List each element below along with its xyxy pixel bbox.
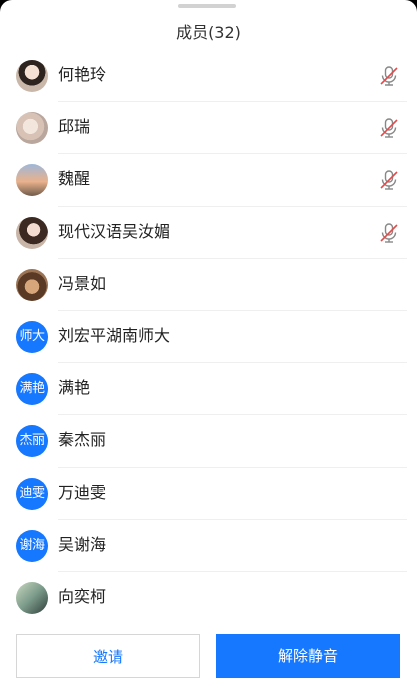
page-title: 成员(32): [176, 23, 241, 42]
avatar: 杰丽: [16, 425, 48, 458]
avatar: [16, 581, 48, 614]
members-sheet: 成员(32) 何艳玲 邱瑞 魏醒 现代汉语吴汝媚 冯景如 师大 刘宏平湖南师大 …: [0, 0, 417, 687]
invite-button[interactable]: 邀请: [16, 634, 200, 678]
member-row[interactable]: 邱瑞: [0, 102, 417, 155]
avatar: [16, 60, 48, 92]
member-name: 现代汉语吴汝媚: [58, 221, 171, 241]
member-row[interactable]: 杰丽 秦杰丽: [0, 415, 417, 468]
avatar: 师大: [16, 320, 48, 353]
member-name: 秦杰丽: [58, 430, 107, 450]
member-row[interactable]: 向奕柯: [0, 572, 417, 624]
avatar: 满艳: [16, 373, 48, 406]
unmute-all-button[interactable]: 解除静音: [216, 634, 400, 678]
member-name: 吴谢海: [58, 534, 107, 554]
mic-muted-icon: [380, 118, 398, 138]
member-row[interactable]: 魏醒: [0, 154, 417, 207]
mic-muted-icon: [380, 222, 398, 243]
mic-muted-icon: [380, 66, 398, 86]
avatar: [16, 112, 48, 145]
sheet-grabber[interactable]: [178, 4, 236, 8]
member-name: 冯景如: [58, 273, 107, 293]
member-row[interactable]: 冯景如: [0, 259, 417, 312]
member-name: 万迪雯: [58, 482, 107, 502]
member-name: 满艳: [58, 378, 91, 398]
member-name: 邱瑞: [58, 117, 91, 137]
member-row[interactable]: 现代汉语吴汝媚: [0, 207, 417, 259]
member-name: 刘宏平湖南师大: [58, 325, 171, 345]
avatar: [16, 164, 48, 197]
member-row[interactable]: 满艳 满艳: [0, 363, 417, 416]
member-row[interactable]: 师大 刘宏平湖南师大: [0, 311, 417, 364]
avatar: 迪雯: [16, 477, 48, 510]
member-row[interactable]: 迪雯 万迪雯: [0, 468, 417, 520]
member-list: 何艳玲 邱瑞 魏醒 现代汉语吴汝媚 冯景如 师大 刘宏平湖南师大 满艳 满艳 杰…: [0, 50, 417, 624]
member-row[interactable]: 何艳玲: [0, 50, 417, 103]
avatar: [16, 216, 48, 249]
member-row[interactable]: 谢海 吴谢海: [0, 520, 417, 573]
member-name: 魏醒: [58, 169, 91, 189]
member-name: 何艳玲: [58, 65, 107, 84]
avatar: 谢海: [16, 529, 48, 562]
mic-muted-icon: [380, 170, 398, 191]
member-name: 向奕柯: [58, 586, 107, 606]
avatar: [16, 268, 48, 301]
